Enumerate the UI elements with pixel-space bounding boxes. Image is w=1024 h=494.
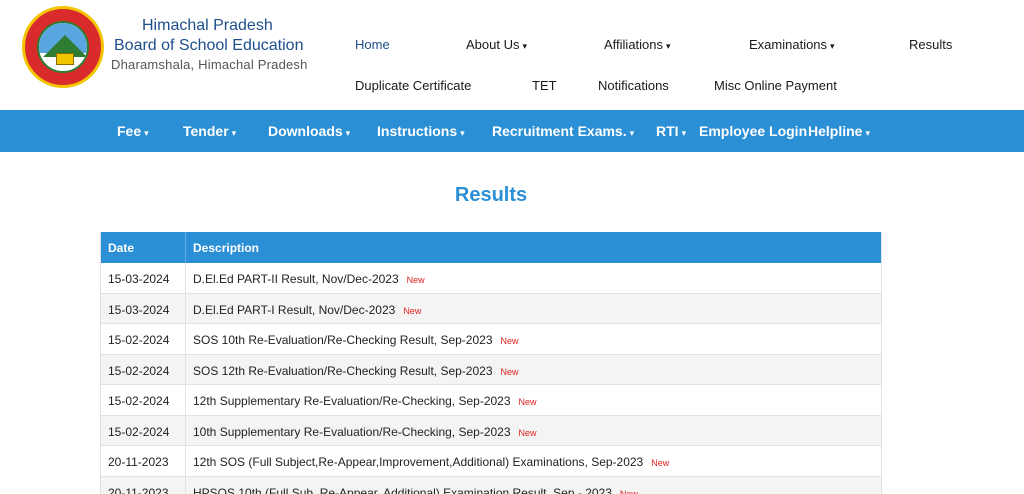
new-badge: New <box>406 275 425 285</box>
table-row[interactable]: 15-03-2024 D.El.Ed PART-II Result, Nov/De… <box>100 263 882 294</box>
new-badge: New <box>518 427 537 438</box>
new-badge: New <box>500 366 519 377</box>
row-date: 20-11-2023 <box>108 485 169 494</box>
row-date: 15-02-2024 <box>108 363 170 378</box>
new-badge: New <box>518 397 537 407</box>
row-description-link[interactable]: D.El.Ed PART-I Result, Nov/Dec-2023 New <box>193 303 421 317</box>
nav-misc-online-payment[interactable]: Misc Online Payment <box>714 78 837 93</box>
chevron-down-icon: ▾ <box>681 128 687 138</box>
nav-duplicate-certificate[interactable]: Duplicate Certificate <box>355 78 471 93</box>
nav-rti[interactable]: RTI ▾ <box>656 123 686 139</box>
table-row[interactable]: 15-03-2024 D.El.Ed PART-I Result, Nov/Dec… <box>100 293 882 324</box>
nav-fee[interactable]: Fee ▾ <box>117 123 149 139</box>
org-name-line1: Himachal Pradesh <box>142 17 273 34</box>
nav-examinations[interactable]: Examinations ▾ <box>749 37 835 52</box>
nav-tender[interactable]: Tender ▾ <box>183 123 236 139</box>
table-header: Date Description <box>100 232 882 263</box>
site-header: Himachal Pradesh Board of School Educati… <box>0 0 1024 110</box>
chevron-down-icon: ▾ <box>865 128 870 138</box>
column-header-date: Date <box>108 241 135 255</box>
chevron-down-icon: ▾ <box>231 128 237 138</box>
logo-emblem <box>37 21 89 73</box>
page-title: Results <box>454 184 528 206</box>
row-description-text: HPSOS 10th (Full Sub, Re-Appear, Additio… <box>193 485 612 494</box>
row-description-text: 12th Supplementary Re-Evaluation/Re-Chec… <box>193 394 511 408</box>
nav-instructions[interactable]: Instructions ▾ <box>377 123 465 139</box>
new-badge: New <box>619 488 638 494</box>
table-row[interactable]: 20-11-2023 12th SOS (Full Subject,Re-Appe… <box>100 446 882 477</box>
row-description-link[interactable]: HPSOS 10th (Full Sub, Re-Appear, Additio… <box>193 486 638 494</box>
nav-results[interactable]: Results <box>909 37 952 52</box>
nav-downloads[interactable]: Downloads ▾ <box>268 123 350 139</box>
org-location: Dharamshala, Himachal Pradesh <box>111 57 308 72</box>
nav-affiliations[interactable]: Affiliations ▾ <box>604 37 671 52</box>
row-date: 15-02-2024 <box>108 394 170 408</box>
nav-home[interactable]: Home <box>355 37 390 52</box>
row-description-link[interactable]: D.El.Ed PART-II Result, Nov/Dec-2023 New <box>193 272 425 286</box>
org-name-line2: Board of School Education <box>114 37 304 54</box>
row-date: 15-03-2024 <box>108 272 170 286</box>
row-description-text: SOS 10th Re-Evaluation/Re-Checking Resul… <box>193 333 493 347</box>
chevron-down-icon: ▾ <box>830 41 835 51</box>
chevron-down-icon: ▾ <box>629 128 635 138</box>
chevron-down-icon: ▾ <box>345 128 351 138</box>
column-header-description: Description <box>193 241 260 255</box>
table-row[interactable]: 20-11-2023 HPSOS 10th (Full Sub, Re-Appea… <box>100 476 882 494</box>
table-row[interactable]: 15-02-2024 SOS 10th Re-Evaluation/Re-Chec… <box>100 324 882 355</box>
row-description-text: 10th Supplementary Re-Evaluation/Re-Chec… <box>193 424 511 439</box>
nav-employee-login[interactable]: Employee Login <box>699 123 807 139</box>
nav-helpline[interactable]: Helpline ▾ <box>808 123 870 139</box>
row-date: 20-11-2023 <box>108 455 169 469</box>
row-description-link[interactable]: 12th SOS (Full Subject,Re-Appear,Improve… <box>193 455 669 469</box>
results-table: Date Description 15-03-2024 D.El.Ed PART-… <box>100 232 882 494</box>
new-badge: New <box>651 458 670 468</box>
row-description-link[interactable]: SOS 12th Re-Evaluation/Re-Checking Resul… <box>193 364 519 378</box>
chevron-down-icon: ▾ <box>522 41 528 51</box>
row-description-text: D.El.Ed PART-II Result, Nov/Dec-2023 <box>193 272 399 286</box>
new-badge: New <box>500 336 519 346</box>
book-icon <box>56 53 74 65</box>
nav-tet[interactable]: TET <box>532 78 557 93</box>
nav-notifications[interactable]: Notifications <box>598 78 669 93</box>
row-description-link[interactable]: 12th Supplementary Re-Evaluation/Re-Chec… <box>193 394 537 408</box>
secondary-navigation: Fee ▾ Tender ▾ Downloads ▾ Instructions ▾ Re… <box>0 110 1024 152</box>
row-date: 15-03-2024 <box>108 302 170 317</box>
row-description-text: D.El.Ed PART-I Result, Nov/Dec-2023 <box>193 302 396 317</box>
row-description-text: SOS 12th Re-Evaluation/Re-Checking Resul… <box>193 363 493 378</box>
table-row[interactable]: 15-02-2024 12th Supplementary Re-Evaluati… <box>100 385 882 416</box>
table-row[interactable]: 15-02-2024 10th Supplementary Re-Evaluati… <box>100 415 882 446</box>
nav-recruitment-exams[interactable]: Recruitment Exams. ▾ <box>492 123 634 139</box>
row-description-text: 12th SOS (Full Subject,Re-Appear,Improve… <box>193 455 644 469</box>
new-badge: New <box>403 305 422 316</box>
row-description-link[interactable]: 10th Supplementary Re-Evaluation/Re-Chec… <box>193 425 537 439</box>
nav-about-us[interactable]: About Us ▾ <box>466 37 527 52</box>
board-logo[interactable] <box>22 6 104 88</box>
table-body: 15-03-2024 D.El.Ed PART-II Result, Nov/De… <box>100 263 882 494</box>
row-date: 15-02-2024 <box>108 333 170 347</box>
row-date: 15-02-2024 <box>108 424 170 439</box>
table-row[interactable]: 15-02-2024 SOS 12th Re-Evaluation/Re-Chec… <box>100 354 882 385</box>
chevron-down-icon: ▾ <box>460 128 465 138</box>
chevron-down-icon: ▾ <box>666 41 671 51</box>
row-description-link[interactable]: SOS 10th Re-Evaluation/Re-Checking Resul… <box>193 333 519 347</box>
chevron-down-icon: ▾ <box>144 128 149 138</box>
